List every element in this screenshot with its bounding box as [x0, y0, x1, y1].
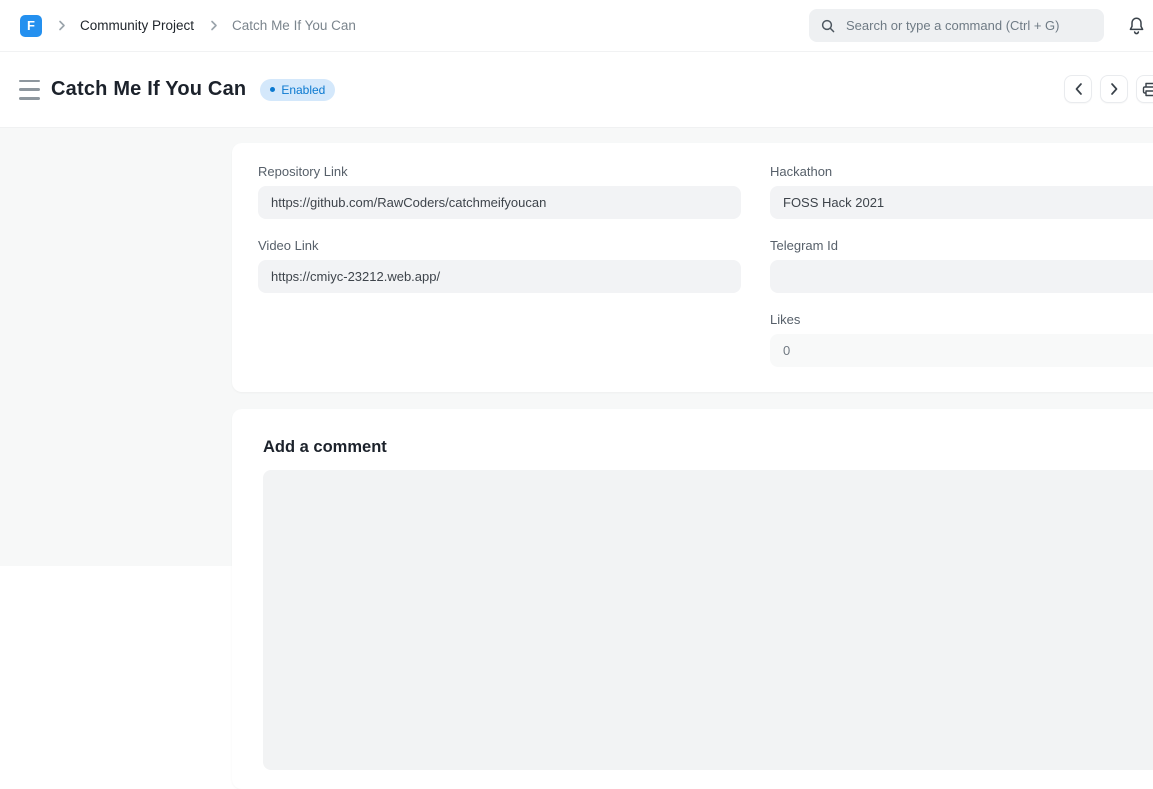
- field-repository-link: Repository Link: [258, 164, 741, 219]
- page-title: Catch Me If You Can: [51, 78, 246, 101]
- status-dot-icon: [270, 87, 275, 92]
- record-nav-actions: [1064, 75, 1153, 103]
- hackathon-label: Hackathon: [770, 164, 1153, 179]
- sidebar-toggle-button[interactable]: [18, 78, 42, 102]
- chevron-left-icon: [1074, 82, 1083, 96]
- search-input[interactable]: [844, 17, 1092, 34]
- top-navbar: F Community Project Catch Me If You Can: [0, 0, 1153, 52]
- breadcrumb-current-doc: Catch Me If You Can: [232, 18, 356, 33]
- likes-label: Likes: [770, 312, 1153, 327]
- bell-icon: [1127, 16, 1146, 36]
- repository-link-input[interactable]: [258, 186, 741, 219]
- field-telegram-id: Telegram Id: [770, 238, 1153, 293]
- notifications-button[interactable]: [1123, 13, 1149, 39]
- chevron-right-icon: [1110, 82, 1119, 96]
- form-column-left: Repository Link Video Link: [258, 164, 741, 386]
- telegram-id-input[interactable]: [770, 260, 1153, 293]
- next-record-button[interactable]: [1100, 75, 1128, 103]
- page-body: Repository Link Video Link Hackathon Tel…: [0, 128, 1153, 566]
- field-likes: Likes: [770, 312, 1153, 367]
- status-badge-label: Enabled: [281, 83, 325, 97]
- comment-section-card: Add a comment: [232, 409, 1153, 789]
- print-button[interactable]: [1136, 75, 1153, 103]
- video-link-label: Video Link: [258, 238, 741, 253]
- details-form-card: Repository Link Video Link Hackathon Tel…: [232, 143, 1153, 392]
- prev-record-button[interactable]: [1064, 75, 1092, 103]
- likes-input[interactable]: [770, 334, 1153, 367]
- field-hackathon: Hackathon: [770, 164, 1153, 219]
- frappe-f-logo-icon: F: [27, 18, 35, 33]
- comment-input[interactable]: [263, 470, 1153, 770]
- hamburger-icon: [19, 88, 40, 91]
- page-head: Catch Me If You Can Enabled: [0, 52, 1153, 128]
- search-icon: [821, 19, 835, 33]
- hamburger-icon: [19, 80, 40, 83]
- breadcrumb-community-project[interactable]: Community Project: [80, 18, 194, 33]
- chevron-right-icon: [210, 19, 218, 32]
- app-logo[interactable]: F: [20, 15, 42, 37]
- form-grid: Repository Link Video Link Hackathon Tel…: [258, 164, 1153, 386]
- chevron-right-icon: [58, 19, 66, 32]
- hackathon-input[interactable]: [770, 186, 1153, 219]
- field-video-link: Video Link: [258, 238, 741, 293]
- hamburger-icon: [19, 97, 40, 100]
- add-comment-heading: Add a comment: [263, 438, 1153, 457]
- printer-icon: [1142, 82, 1153, 97]
- repository-link-label: Repository Link: [258, 164, 741, 179]
- form-column-right: Hackathon Telegram Id Likes: [770, 164, 1153, 386]
- global-search[interactable]: [809, 9, 1104, 42]
- telegram-id-label: Telegram Id: [770, 238, 1153, 253]
- video-link-input[interactable]: [258, 260, 741, 293]
- status-badge: Enabled: [260, 79, 335, 101]
